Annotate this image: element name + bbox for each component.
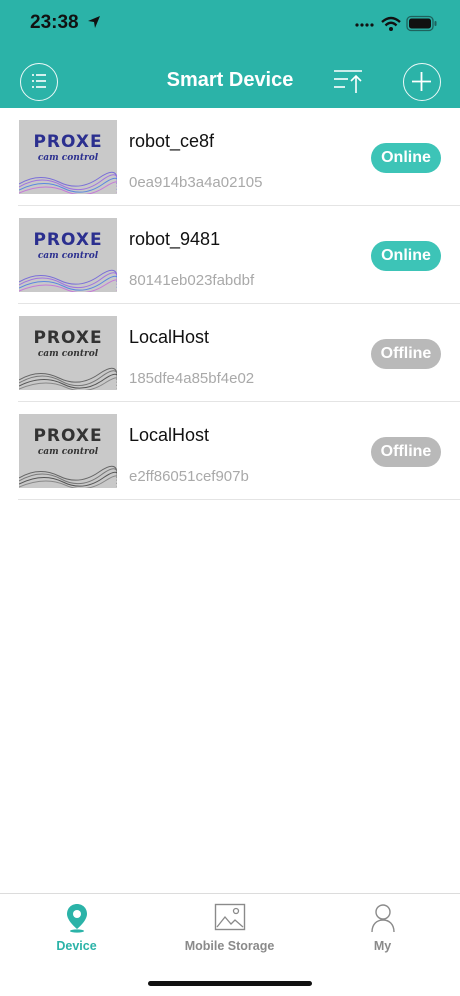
battery-icon	[406, 15, 437, 32]
person-icon	[370, 904, 395, 933]
device-list: PROXE cam control robot_ce8f 0ea914b3a4a…	[0, 108, 460, 500]
add-device-button[interactable]	[403, 63, 441, 101]
tab-label: Mobile Storage	[184, 939, 275, 953]
plus-icon	[412, 72, 431, 91]
status-badge: Online	[371, 241, 441, 271]
device-name: LocalHost	[129, 327, 210, 347]
tab-device[interactable]: Device	[0, 894, 153, 974]
wifi-icon	[381, 16, 401, 31]
tab-label: Device	[56, 939, 97, 953]
device-id: 80141eb023fabdbf	[129, 272, 255, 289]
device-name: robot_ce8f	[129, 131, 215, 151]
wave-graphic	[19, 465, 117, 488]
tab-mobile-storage[interactable]: Mobile Storage	[153, 894, 306, 974]
nav-bar: Smart Device	[0, 58, 460, 104]
app-header: 23:38 Smart Device	[0, 0, 460, 108]
sort-button[interactable]	[332, 67, 364, 95]
wave-graphic	[19, 269, 117, 292]
device-row[interactable]: PROXE cam control LocalHost e2ff86051cef…	[18, 402, 460, 500]
wave-graphic	[19, 367, 117, 390]
thumbnail-logo: PROXE	[33, 328, 103, 348]
image-icon	[214, 903, 245, 931]
thumbnail-logo: PROXE	[33, 132, 103, 152]
device-name: LocalHost	[129, 425, 210, 445]
tab-my[interactable]: My	[306, 894, 459, 974]
tab-label: My	[373, 939, 392, 953]
device-id: 185dfe4a85bf4e02	[129, 370, 255, 387]
status-badge: Offline	[371, 339, 441, 369]
device-thumbnail: PROXE cam control	[19, 120, 117, 194]
device-row[interactable]: PROXE cam control robot_9481 80141eb023f…	[18, 206, 460, 304]
cellular-signal-icon	[355, 23, 374, 27]
wave-graphic	[19, 171, 117, 194]
device-thumbnail: PROXE cam control	[19, 414, 117, 488]
status-badge: Online	[371, 143, 441, 173]
device-id: e2ff86051cef907b	[129, 468, 249, 485]
location-pin-icon	[66, 904, 87, 933]
device-row[interactable]: PROXE cam control LocalHost 185dfe4a85bf…	[18, 304, 460, 402]
device-thumbnail: PROXE cam control	[19, 218, 117, 292]
device-thumbnail: PROXE cam control	[19, 316, 117, 390]
location-arrow-icon	[88, 16, 100, 28]
page-title: Smart Device	[166, 69, 294, 91]
device-row[interactable]: PROXE cam control robot_ce8f 0ea914b3a4a…	[18, 108, 460, 206]
home-indicator	[148, 981, 312, 986]
status-badge: Offline	[371, 437, 441, 467]
device-name: robot_9481	[129, 229, 221, 249]
status-time: 23:38	[30, 12, 79, 33]
thumbnail-logo: PROXE	[33, 230, 103, 250]
device-id: 0ea914b3a4a02105	[129, 174, 263, 191]
thumbnail-logo: PROXE	[33, 426, 103, 446]
status-bar: 23:38	[0, 0, 460, 50]
